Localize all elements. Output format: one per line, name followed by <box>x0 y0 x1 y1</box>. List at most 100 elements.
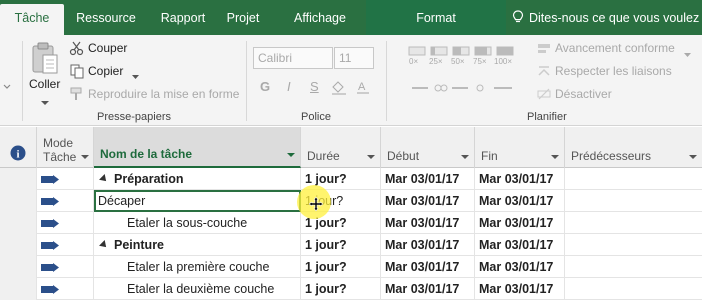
tab-report[interactable]: Rapport <box>152 0 214 35</box>
copy-icon <box>69 63 85 79</box>
task-name-cell[interactable]: Etaler la deuxième couche <box>94 278 301 300</box>
task-mode-cell[interactable] <box>37 256 94 278</box>
tab-task[interactable]: Tâche <box>0 4 64 35</box>
progress-100-button[interactable]: 100× <box>494 57 512 66</box>
start-cell[interactable]: Mar 03/01/17 <box>381 168 475 190</box>
copy-dropdown-icon[interactable] <box>132 69 139 79</box>
task-mode-cell[interactable] <box>37 212 94 234</box>
duration-cell[interactable]: 1 jour? <box>301 278 381 300</box>
predecessors-cell[interactable] <box>565 278 702 300</box>
progress-0-button[interactable]: 0× <box>409 57 418 66</box>
mode-header-line1: Mode <box>43 136 74 150</box>
duration-cell[interactable]: 1 jour? <box>301 234 381 256</box>
duration-header-dropdown-icon[interactable] <box>367 155 375 159</box>
start-header-label: Début <box>387 149 420 163</box>
tab-project[interactable]: Projet <box>222 0 264 35</box>
italic-button[interactable]: I <box>287 79 291 94</box>
predecessors-column-header[interactable]: Prédécesseurs <box>565 127 702 168</box>
task-row[interactable]: Etaler la première couche 1 jour? Mar 03/0… <box>0 256 702 278</box>
cut-button[interactable]: Couper <box>88 41 127 55</box>
row-selector[interactable] <box>0 234 37 256</box>
duration-column-header[interactable]: Durée <box>301 127 381 168</box>
group-separator <box>22 41 23 121</box>
format-painter-button[interactable]: Reproduire la mise en forme <box>88 87 239 101</box>
on-track-dropdown-icon[interactable] <box>684 47 691 57</box>
lightbulb-icon <box>512 10 524 23</box>
row-selector[interactable] <box>0 278 37 300</box>
font-color-icon[interactable]: A <box>355 79 373 95</box>
finish-cell[interactable]: Mar 03/01/17 <box>475 168 565 190</box>
respect-links-button[interactable]: Respecter les liaisons <box>555 64 672 78</box>
info-column-header[interactable]: i <box>0 127 37 168</box>
task-row[interactable]: Etaler la deuxième couche 1 jour? Mar 03/0… <box>0 278 702 300</box>
start-header-dropdown-icon[interactable] <box>461 155 469 159</box>
predecessors-cell[interactable] <box>565 168 702 190</box>
duration-cell[interactable]: 1 jour? <box>301 256 381 278</box>
task-name-cell[interactable]: Etaler la première couche <box>94 256 301 278</box>
row-selector[interactable] <box>0 256 37 278</box>
start-cell[interactable]: Mar 03/01/17 <box>381 190 475 212</box>
start-column-header[interactable]: Début <box>381 127 475 168</box>
paste-icon[interactable] <box>30 41 60 77</box>
task-name-cell[interactable]: Peinture <box>94 234 301 256</box>
task-mode-cell[interactable] <box>37 278 94 300</box>
ribbon-tab-bar: Tâche Ressource Rapport Projet Affichage… <box>0 0 702 35</box>
font-name-select[interactable]: Calibri <box>253 47 333 69</box>
finish-cell[interactable]: Mar 03/01/17 <box>475 190 565 212</box>
deactivate-button[interactable]: Désactiver <box>555 87 612 101</box>
fill-color-icon[interactable] <box>330 79 348 95</box>
task-mode-cell[interactable] <box>37 168 94 190</box>
mode-column-header[interactable]: Mode Tâche <box>37 127 94 168</box>
progress-25-button[interactable]: 25× <box>429 57 443 66</box>
task-row[interactable]: Etaler la sous-couche 1 jour? Mar 03/01/17… <box>0 212 702 234</box>
paste-dropdown-icon[interactable] <box>41 95 49 105</box>
underline-button[interactable]: S <box>310 79 319 94</box>
task-row[interactable]: Préparation 1 jour? Mar 03/01/17 Mar 03/01/… <box>0 168 702 190</box>
mode-header-dropdown-icon[interactable] <box>81 155 89 161</box>
tab-view[interactable]: Affichage <box>282 0 358 35</box>
auto-schedule-icon <box>41 263 59 272</box>
row-selector[interactable] <box>0 212 37 234</box>
finish-cell[interactable]: Mar 03/01/17 <box>475 278 565 300</box>
finish-cell[interactable]: Mar 03/01/17 <box>475 212 565 234</box>
collapse-triangle-icon[interactable] <box>99 240 109 250</box>
start-cell[interactable]: Mar 03/01/17 <box>381 256 475 278</box>
predecessors-cell[interactable] <box>565 256 702 278</box>
predecessors-header-dropdown-icon[interactable] <box>689 155 697 159</box>
paste-button[interactable]: Coller <box>29 77 60 91</box>
task-row[interactable]: Peinture 1 jour? Mar 03/01/17 Mar 03/01/17 <box>0 234 702 256</box>
predecessors-cell[interactable] <box>565 234 702 256</box>
mark-on-track-button[interactable]: Avancement conforme <box>555 41 675 55</box>
name-column-header[interactable]: Nom de la tâche <box>94 127 301 168</box>
task-row[interactable]: Décaper1 jour?Mar 03/01/17Mar 03/01/17 <box>0 190 702 212</box>
finish-header-dropdown-icon[interactable] <box>551 155 559 159</box>
bold-button[interactable]: G <box>260 79 270 94</box>
start-cell[interactable]: Mar 03/01/17 <box>381 278 475 300</box>
row-selector[interactable] <box>0 190 37 212</box>
progress-50-button[interactable]: 50× <box>451 57 465 66</box>
name-header-dropdown-icon[interactable] <box>287 153 295 157</box>
task-name-cell[interactable]: Etaler la sous-couche <box>94 212 301 234</box>
task-name-cell[interactable]: Préparation <box>94 168 301 190</box>
row-selector[interactable] <box>0 168 37 190</box>
predecessors-cell[interactable] <box>565 190 702 212</box>
finish-cell[interactable]: Mar 03/01/17 <box>475 234 565 256</box>
finish-column-header[interactable]: Fin <box>475 127 565 168</box>
task-mode-cell[interactable] <box>37 234 94 256</box>
font-size-select[interactable]: 11 <box>334 47 374 69</box>
left-group-chevron-icon <box>2 81 12 91</box>
finish-cell[interactable]: Mar 03/01/17 <box>475 256 565 278</box>
tab-format[interactable]: Format <box>366 0 506 35</box>
task-name-text: Décaper <box>98 194 146 208</box>
progress-75-button[interactable]: 75× <box>473 57 487 66</box>
copy-button[interactable]: Copier <box>88 64 123 78</box>
collapse-triangle-icon[interactable] <box>99 174 109 184</box>
task-name-cell[interactable]: Décaper <box>94 190 301 212</box>
predecessors-cell[interactable] <box>565 212 702 234</box>
start-cell[interactable]: Mar 03/01/17 <box>381 234 475 256</box>
tab-resource[interactable]: Ressource <box>70 0 142 35</box>
auto-schedule-icon <box>41 219 59 228</box>
start-cell[interactable]: Mar 03/01/17 <box>381 212 475 234</box>
tell-me-box[interactable]: Dites-nous ce que vous voulez <box>512 0 699 35</box>
task-mode-cell[interactable] <box>37 190 94 212</box>
